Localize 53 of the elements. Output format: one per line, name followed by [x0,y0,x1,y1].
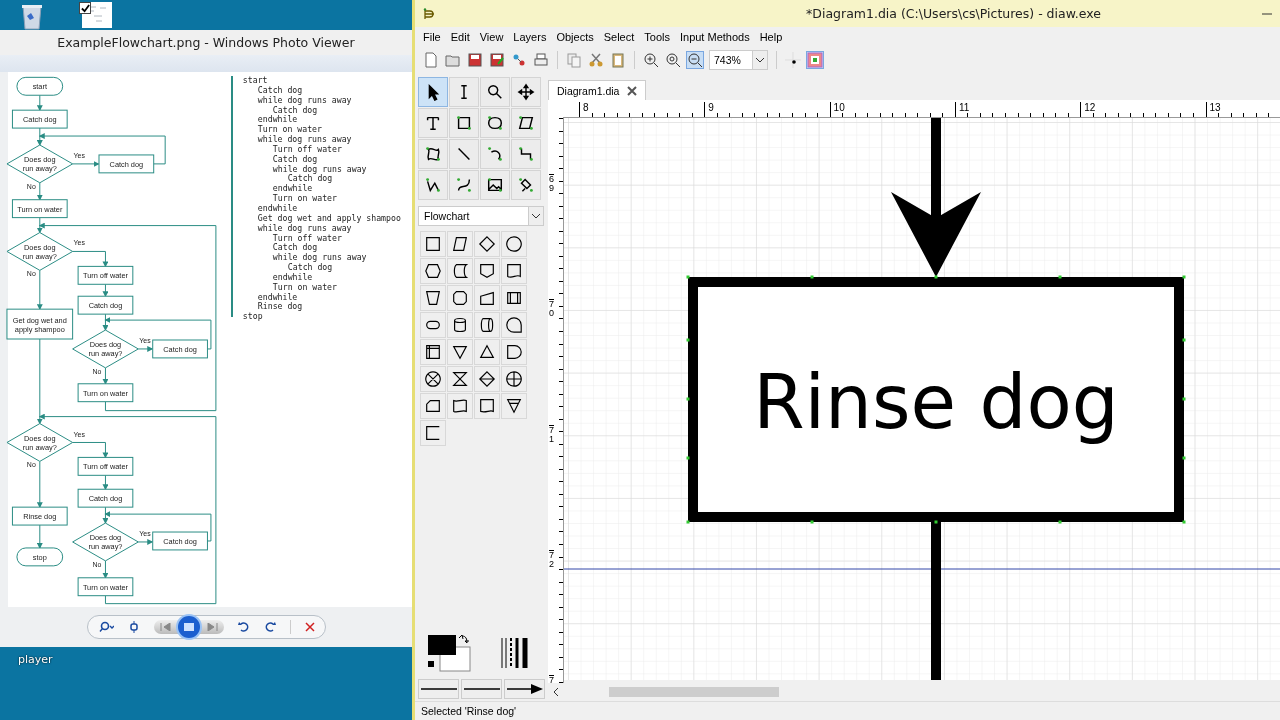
ruler-label: 9 [704,102,714,114]
code-line: Turn on water [271,282,338,293]
menu-item[interactable]: Edit [445,30,475,43]
code-line: Rinse dog [256,302,304,312]
window-title: *Diagram1.dia (C:\Users\cs\Pictures) - diaw.exe [805,6,1102,21]
code-line: Catch dog [256,85,304,96]
menu-item[interactable]: Layers [508,30,552,43]
code-line: Catch dog [271,105,319,115]
ruler-label: 12 [1080,102,1096,114]
document-tab[interactable]: Diagram1.dia [548,80,647,100]
sheet-dropdown[interactable]: Flowchart [418,206,544,226]
code-line: while dog runs away [271,164,368,175]
code-line: Turn on water [271,194,338,204]
code-line: Get dog wet and apply shampoo [256,213,402,224]
code-line: while dog runs away [271,253,368,263]
ruler-label: 71 [549,424,554,444]
ruler-label: 69 [549,174,554,193]
status-text: Selected 'Rinse dog' [421,705,517,717]
code-line: endwhile [256,203,299,214]
menu-item[interactable]: Objects [551,30,599,43]
ruler-label: 72 [549,549,554,569]
code-line: Catch dog [271,154,319,165]
menu-item[interactable]: View [474,30,509,43]
menu-item[interactable]: File [418,30,446,43]
code-line: Turn off water [271,233,342,243]
menu-item[interactable]: Select [598,30,640,43]
menu-item[interactable]: Input Methods [674,30,755,43]
ruler-label: 8 [579,102,589,114]
menu-item[interactable]: Tools [639,30,675,43]
code-line: while dog runs away [256,95,353,106]
ruler-label: 11 [954,102,970,114]
icon-label[interactable]: player [18,653,53,666]
box-label: Rinse dog [753,359,1119,445]
menu-item[interactable]: Help [754,30,788,43]
code-line: endwhile [271,272,314,283]
window-title: ExampleFlowchart.png - Windows Photo Viewer [57,35,355,50]
code-line: Catch dog [271,243,319,254]
code-line: endwhile [256,115,299,125]
ruler-label: 13 [1205,102,1221,114]
code-line: Catch dog [286,263,334,273]
diagram-canvas[interactable]: Rinse dog [564,118,1280,680]
code-line: Turn off water [271,144,342,155]
ruler-label: 70 [549,299,554,319]
code-line: Catch dog [286,174,334,184]
code-line: while dog runs away [256,223,352,234]
zoom-field[interactable]: 743% [709,50,768,70]
code-line: while dog runs away [256,135,353,145]
ruler-label: 10 [829,102,845,114]
code-line: Turn on water [256,125,323,135]
code-line: stop [242,312,264,323]
code-line: start [242,76,269,86]
code-line: endwhile [271,184,314,194]
code-line: endwhile [256,292,299,302]
